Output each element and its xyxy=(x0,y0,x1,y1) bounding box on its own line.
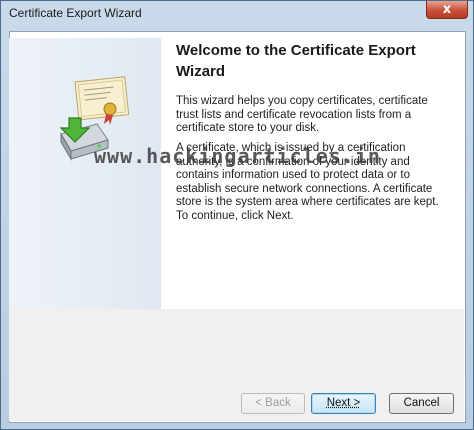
cancel-button-label: Cancel xyxy=(403,397,440,409)
certificate-disk-export-icon xyxy=(59,76,130,161)
close-icon: x xyxy=(442,2,452,17)
watermark-text: www.hackingarticles.in xyxy=(94,144,381,168)
close-button[interactable]: x xyxy=(426,1,468,19)
title-bar[interactable]: Certificate Export Wizard x xyxy=(1,1,473,25)
next-button[interactable]: Next > xyxy=(311,393,376,414)
cancel-button[interactable]: Cancel xyxy=(389,393,454,414)
continue-instruction: To continue, click Next. xyxy=(176,210,294,222)
next-button-label: Next > xyxy=(326,397,361,409)
back-button-label: < Back xyxy=(255,397,291,409)
page-title: Welcome to the Certificate Export Wizard xyxy=(176,42,416,80)
intro-paragraph: This wizard helps you copy certificates,… xyxy=(176,95,428,134)
back-button[interactable]: < Back xyxy=(241,393,305,414)
wizard-side-panel xyxy=(9,38,161,311)
window-title: Certificate Export Wizard xyxy=(9,6,142,20)
